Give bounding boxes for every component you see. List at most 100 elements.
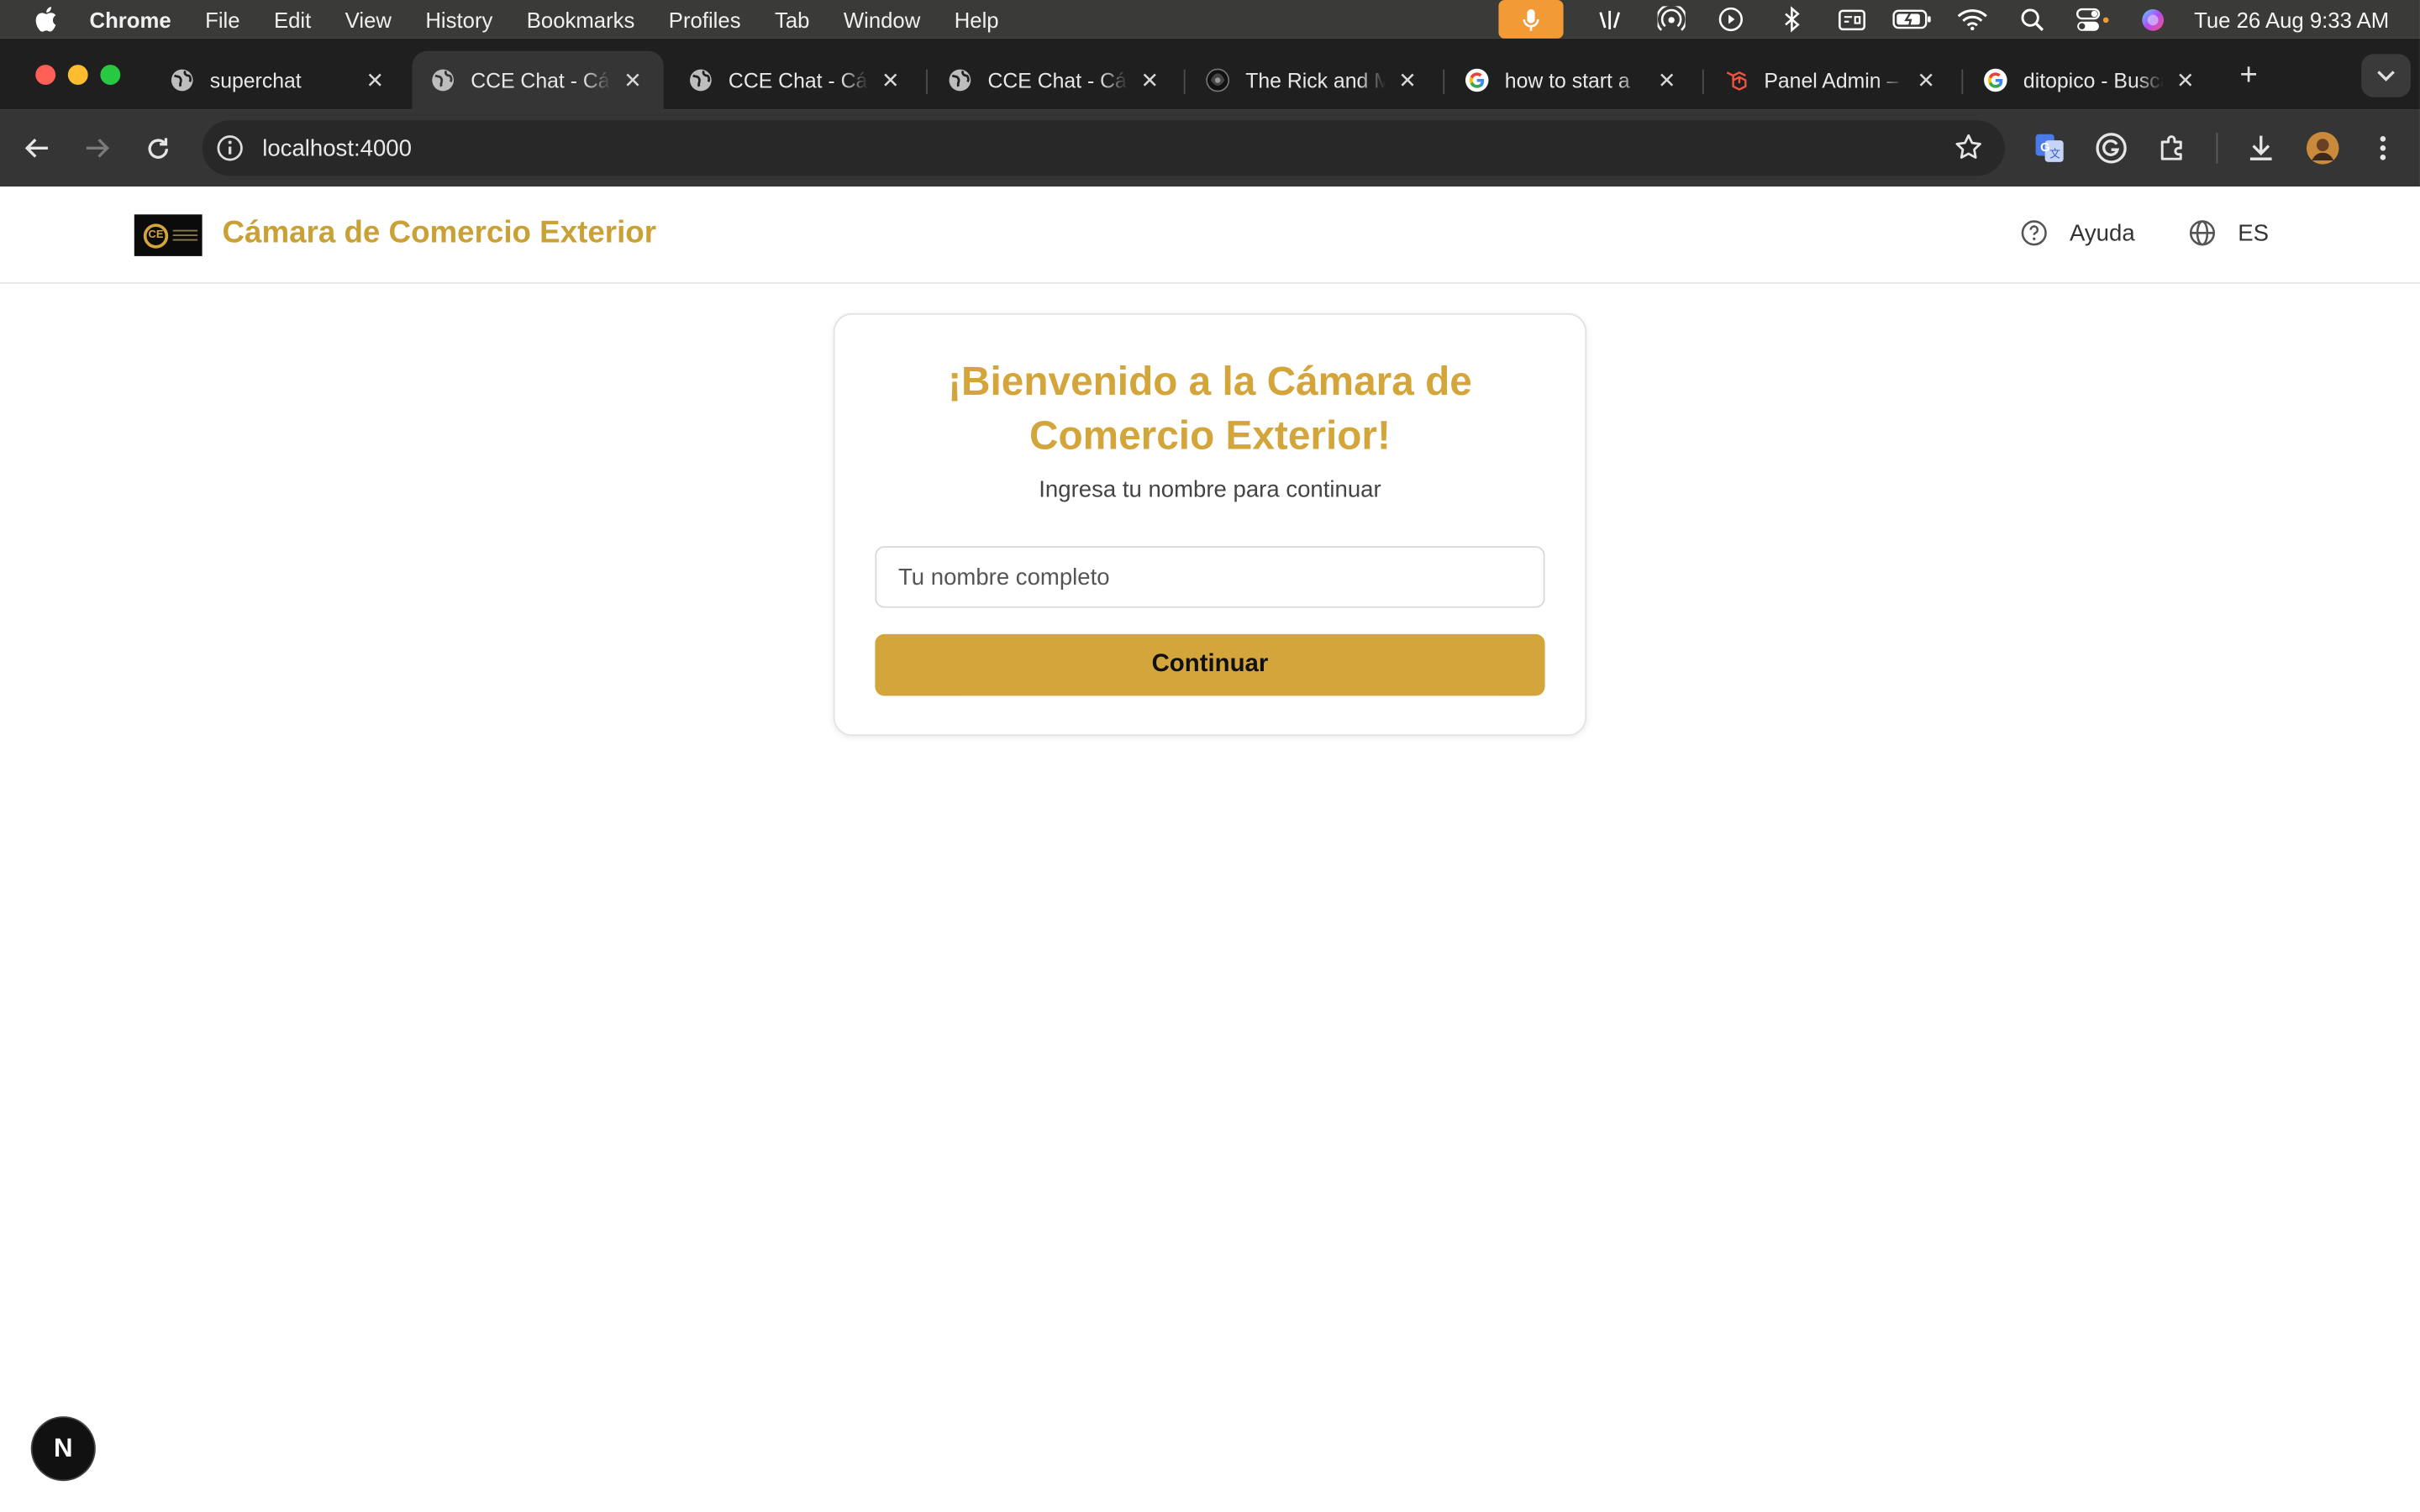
welcome-subtitle: Ingresa tu nombre para continuar (1039, 476, 1381, 503)
address-bar[interactable]: localhost:4000 (202, 120, 2005, 176)
browser-tab-strip: superchat ✕ CCE Chat - Cámara de Comerci… (0, 38, 2420, 110)
tab-title: ditopico - Buscar (2023, 68, 2165, 92)
google-icon (1465, 68, 1489, 92)
site-header: CE Cámara de Comercio Exterior Ayuda ES (0, 186, 2420, 284)
toolbar-separator (2216, 132, 2218, 164)
close-tab-icon[interactable]: ✕ (363, 67, 387, 92)
browser-tab[interactable]: superchat ✕ (151, 51, 406, 110)
site-title[interactable]: Cámara de Comercio Exterior (222, 216, 656, 251)
close-tab-icon[interactable]: ✕ (2173, 67, 2197, 92)
profile-avatar[interactable] (2304, 129, 2341, 166)
menu-profiles[interactable]: Profiles (669, 7, 741, 31)
siri-icon[interactable] (2133, 0, 2173, 39)
tab-separator (1961, 69, 1964, 95)
help-label: Ayuda (2070, 219, 2135, 246)
welcome-card: ¡Bienvenido a la Cámara de Comercio Exte… (833, 312, 1587, 737)
zoom-window-button[interactable] (100, 65, 121, 86)
tab-title: Panel Admin – (1764, 68, 1899, 92)
globe-icon (430, 68, 455, 92)
browser-tab[interactable]: CCE Chat - Cámara de Comercio Exterior ✕ (929, 51, 1181, 110)
close-tab-icon[interactable]: ✕ (1914, 67, 1939, 92)
tab-separator (1183, 69, 1186, 95)
minimize-window-button[interactable] (67, 65, 88, 86)
browser-tab[interactable]: CCE Chat - Cámara de Comercio Exterior ✕ (670, 51, 921, 110)
browser-tab[interactable]: Panel Admin – ✕ (1706, 51, 1957, 110)
airdrop-icon[interactable] (1651, 0, 1691, 39)
play-icon[interactable] (1711, 0, 1751, 39)
browser-tab[interactable]: ditopico - Buscar ✕ (1965, 51, 2216, 110)
laravel-icon (1724, 68, 1749, 92)
address-bar-url[interactable]: localhost:4000 (262, 135, 412, 161)
tab-search-chevron-icon[interactable] (2361, 54, 2411, 97)
menu-app-name[interactable]: Chrome (90, 7, 171, 31)
tab-separator (1443, 69, 1445, 95)
wifi-icon[interactable] (1952, 0, 1992, 39)
reload-icon[interactable] (139, 129, 176, 166)
grammarly-icon[interactable] (2093, 129, 2130, 166)
nextjs-devtools-badge[interactable]: N (30, 1416, 96, 1482)
page-viewport: CE Cámara de Comercio Exterior Ayuda ES … (0, 186, 2420, 1512)
menu-window[interactable]: Window (844, 7, 920, 31)
battery-icon[interactable] (1891, 0, 1932, 39)
close-window-button[interactable] (35, 65, 56, 86)
google-translate-icon[interactable]: G文 (2031, 129, 2068, 166)
tab-title: CCE Chat - Cámara de Comercio Exterior (728, 68, 869, 92)
menu-view[interactable]: View (345, 7, 392, 31)
menu-file[interactable]: File (205, 7, 239, 31)
forward-arrow-icon[interactable] (79, 129, 116, 166)
display-icon[interactable] (1832, 0, 1872, 39)
browser-toolbar: localhost:4000 G文 (0, 109, 2420, 187)
continue-button[interactable]: Continuar (875, 633, 1545, 696)
site-logo[interactable]: CE (134, 214, 203, 256)
tab-separator (1702, 69, 1704, 95)
download-icon[interactable] (2243, 129, 2280, 166)
tab-title: CCE Chat - Cámara de Comercio Exterior (471, 68, 611, 92)
tab-title: superchat (209, 68, 302, 92)
globe-icon (2188, 219, 2216, 247)
browser-tab[interactable]: The Rick and Morty ✕ (1186, 51, 1438, 110)
language-label: ES (2238, 219, 2269, 246)
close-tab-icon[interactable]: ✕ (620, 67, 644, 92)
bluetooth-icon[interactable] (1771, 0, 1812, 39)
svg-text:文: 文 (2049, 147, 2060, 160)
tab-title: The Rick and Morty (1245, 68, 1386, 92)
globe-icon (170, 68, 194, 92)
globe-icon (948, 68, 972, 92)
close-tab-icon[interactable]: ✕ (878, 67, 902, 92)
microphone-icon[interactable] (1497, 0, 1563, 39)
menu-help[interactable]: Help (955, 7, 999, 31)
help-circle-icon (2020, 219, 2048, 247)
tab-separator (926, 69, 928, 95)
apple-menu-icon[interactable] (0, 6, 90, 32)
browser-tab-active[interactable]: CCE Chat - Cámara de Comercio Exterior ✕ (412, 50, 664, 110)
globe-icon (688, 68, 713, 92)
svg-text:G: G (2040, 141, 2049, 155)
bookmark-star-icon[interactable] (1954, 133, 1983, 170)
help-link[interactable]: Ayuda (2020, 219, 2135, 247)
logo-wordmark-lines (172, 229, 198, 241)
stage-manager-icon[interactable] (1591, 0, 1631, 39)
tab-title: CCE Chat - Cámara de Comercio Exterior (987, 68, 1128, 92)
new-tab-plus-icon[interactable]: + (2232, 58, 2265, 92)
spotlight-search-icon[interactable] (2012, 0, 2052, 39)
menu-history[interactable]: History (425, 7, 492, 31)
browser-tab[interactable]: how to start a ✕ (1446, 51, 1697, 110)
site-info-icon[interactable] (216, 134, 244, 162)
chrome-menu-icon[interactable] (2365, 129, 2402, 166)
menu-edit[interactable]: Edit (274, 7, 311, 31)
close-tab-icon[interactable]: ✕ (1138, 67, 1162, 92)
full-name-input[interactable] (875, 546, 1545, 608)
menu-bookmarks[interactable]: Bookmarks (527, 7, 635, 31)
extensions-puzzle-icon[interactable] (2154, 129, 2191, 166)
welcome-heading: ¡Bienvenido a la Cámara de Comercio Exte… (948, 358, 1472, 459)
close-tab-icon[interactable]: ✕ (1395, 67, 1419, 92)
language-selector[interactable]: ES (2188, 219, 2269, 247)
control-center-icon[interactable] (2072, 0, 2112, 39)
menu-bar-clock[interactable]: Tue 26 Aug 9:33 AM (2194, 7, 2389, 31)
close-tab-icon[interactable]: ✕ (1655, 67, 1679, 92)
menu-tab[interactable]: Tab (775, 7, 809, 31)
tab-title: how to start a (1504, 68, 1630, 92)
google-icon (1983, 68, 2007, 92)
rick-morty-icon (1205, 68, 1230, 92)
back-arrow-icon[interactable] (18, 129, 55, 166)
